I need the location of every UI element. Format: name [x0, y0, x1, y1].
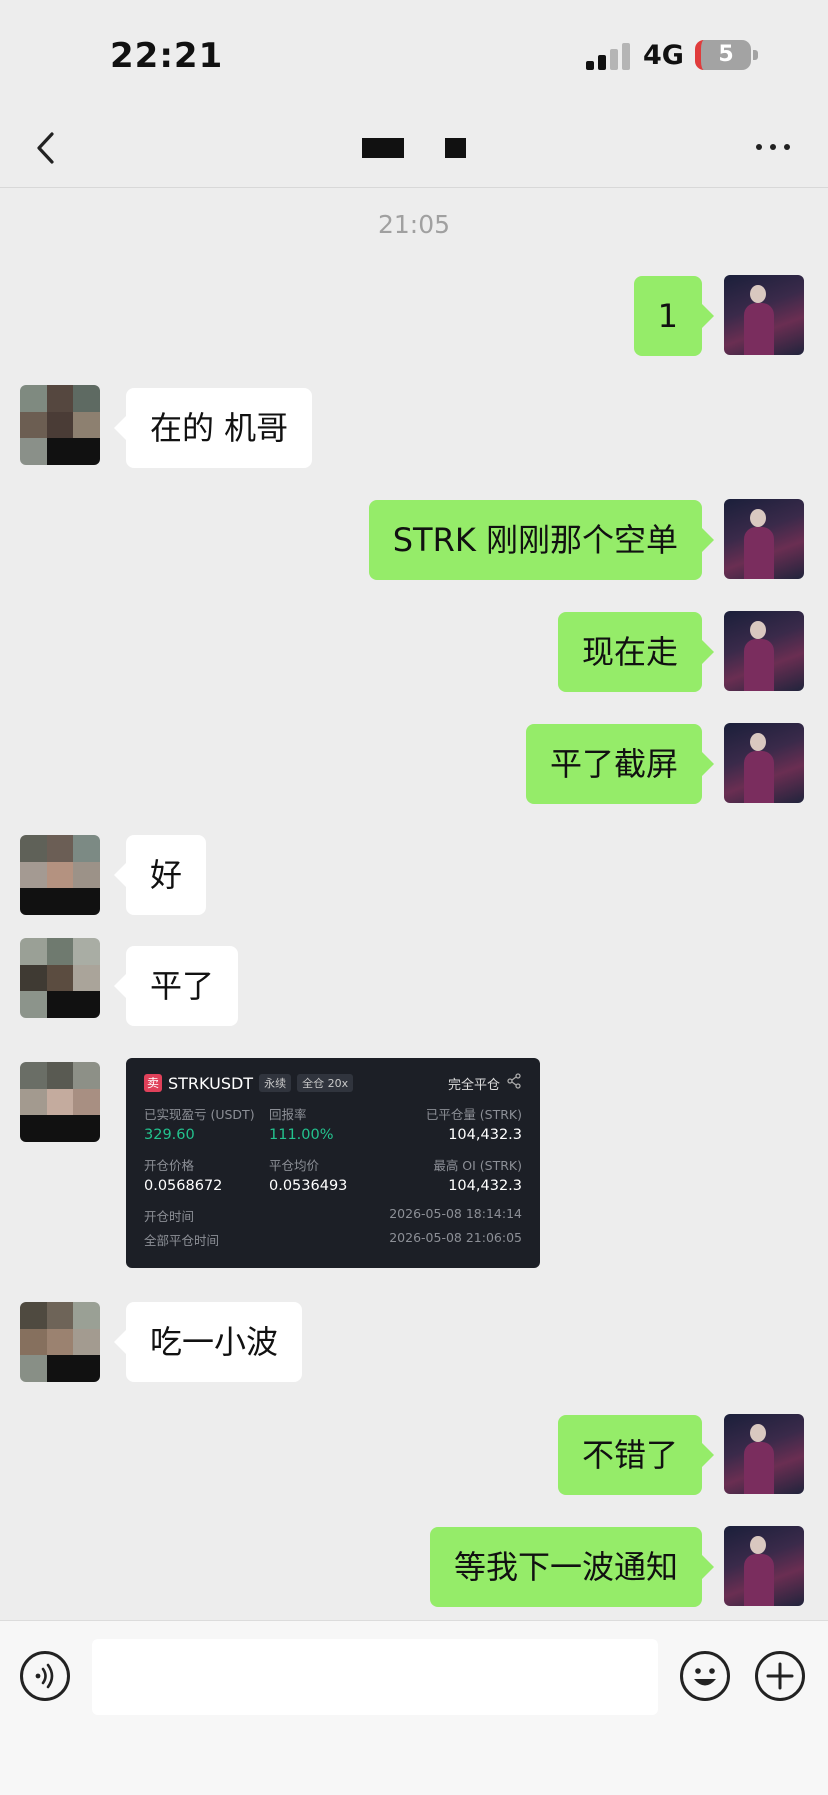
my-avatar[interactable]	[724, 1526, 804, 1606]
my-avatar[interactable]	[724, 499, 804, 579]
open-price: 0.0568672	[144, 1178, 223, 1194]
trade-screenshot-image[interactable]: 卖 STRKUSDT 永续 全仓 20x 完全平仓 已实现盈亏 (USDT) 回…	[126, 1058, 540, 1268]
closed-qty-label: 已平仓量 (STRK)	[425, 1107, 522, 1122]
my-avatar[interactable]	[724, 275, 804, 355]
contact-avatar-pixelated[interactable]	[20, 1062, 100, 1142]
input-bar	[0, 1620, 828, 1795]
trade-card-header: 卖 STRKUSDT 永续 全仓 20x 完全平仓	[144, 1070, 522, 1096]
signal-icon	[586, 42, 632, 70]
network-type: 4G	[643, 40, 684, 71]
closed-qty: 104,432.3	[448, 1127, 522, 1143]
chat-header	[0, 110, 828, 188]
open-price-label: 开仓价格	[144, 1158, 195, 1173]
close-time-label: 全部平仓时间	[144, 1233, 220, 1248]
battery-icon: 5	[695, 40, 751, 70]
position-status: 完全平仓	[447, 1077, 500, 1093]
close-avg-label: 平仓均价	[269, 1158, 320, 1173]
my-avatar[interactable]	[724, 1414, 804, 1494]
message-input[interactable]	[92, 1639, 658, 1715]
max-oi-label: 最高 OI (STRK)	[433, 1158, 522, 1173]
trade-stats: 已实现盈亏 (USDT) 回报率 已平仓量 (STRK) 329.60 111.…	[144, 1104, 522, 1194]
open-time: 2026-05-08 18:14:14	[389, 1206, 522, 1221]
close-time: 2026-05-08 21:06:05	[389, 1230, 522, 1245]
realized-pnl: 329.60	[144, 1127, 195, 1143]
chat-title-redacted	[445, 138, 466, 158]
my-avatar[interactable]	[724, 723, 804, 803]
more-dots-icon[interactable]	[754, 132, 794, 162]
contact-avatar-pixelated[interactable]	[20, 835, 100, 915]
my-avatar[interactable]	[724, 611, 804, 691]
contact-avatar-pixelated[interactable]	[20, 1302, 100, 1382]
incoming-bubble[interactable]: 好	[113, 835, 207, 915]
roi-value: 111.00%	[269, 1127, 334, 1143]
plus-icon[interactable]	[755, 1651, 805, 1701]
emoji-icon[interactable]	[680, 1651, 730, 1701]
voice-icon[interactable]	[20, 1651, 70, 1701]
message-timestamp: 21:05	[377, 210, 451, 239]
margin-tag: 全仓 20x	[297, 1074, 354, 1092]
sell-badge: 卖	[144, 1074, 162, 1092]
chat-title-redacted	[362, 138, 404, 158]
incoming-bubble[interactable]: 吃一小波	[113, 1302, 303, 1382]
status-bar: 22:21 4G 5	[0, 0, 828, 110]
outgoing-bubble[interactable]: 1	[633, 276, 715, 356]
outgoing-bubble[interactable]: 等我下一波通知	[429, 1527, 715, 1607]
contact-avatar-pixelated[interactable]	[20, 385, 100, 465]
battery-level: 5	[718, 42, 734, 67]
trade-symbol: STRKUSDT	[168, 1073, 254, 1093]
close-avg: 0.0536493	[269, 1178, 348, 1194]
outgoing-bubble[interactable]: 不错了	[557, 1415, 715, 1495]
open-time-label: 开仓时间	[144, 1209, 195, 1224]
share-icon	[506, 1073, 522, 1093]
contact-avatar-pixelated[interactable]	[20, 938, 100, 1018]
outgoing-bubble[interactable]: 平了截屏	[525, 724, 715, 804]
status-time: 22:21	[110, 36, 224, 76]
perp-tag: 永续	[259, 1074, 292, 1092]
incoming-bubble[interactable]: 平了	[113, 946, 239, 1026]
roi-label: 回报率	[269, 1107, 307, 1122]
outgoing-bubble[interactable]: STRK 刚刚那个空单	[368, 500, 715, 580]
outgoing-bubble[interactable]: 现在走	[557, 612, 715, 692]
realized-pnl-label: 已实现盈亏 (USDT)	[144, 1107, 255, 1122]
trade-times: 开仓时间 2026-05-08 18:14:14 全部平仓时间 2026-05-…	[144, 1206, 522, 1249]
max-oi: 104,432.3	[448, 1178, 522, 1194]
chevron-left-icon[interactable]	[28, 128, 68, 168]
incoming-bubble[interactable]: 在的 机哥	[113, 388, 313, 468]
battery-tip	[753, 50, 758, 60]
